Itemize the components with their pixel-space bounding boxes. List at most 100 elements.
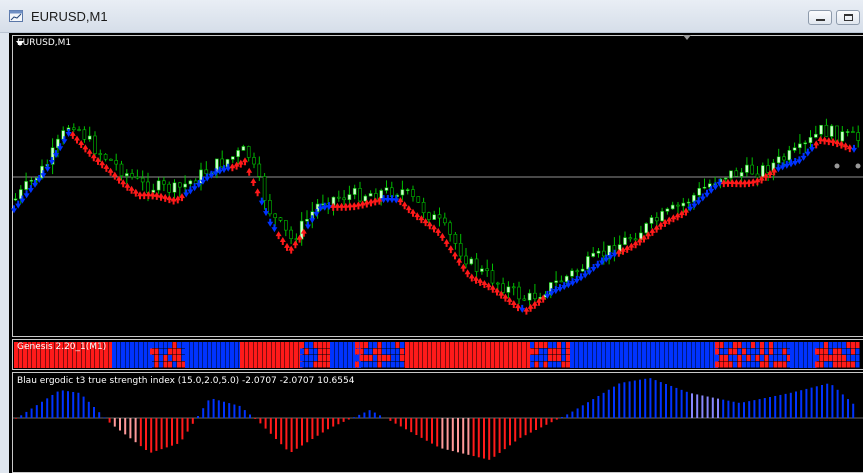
genesis-cell [715,342,719,348]
genesis-cell [842,348,846,355]
genesis-bar [637,342,642,368]
genesis-cell [168,342,172,348]
candlestick [114,160,118,165]
candlestick [591,252,596,257]
genesis-bar [267,342,271,368]
genesis-cell [764,348,769,355]
genesis-cell [566,342,570,348]
sell-arrow [842,142,849,151]
genesis-cell [318,348,322,355]
candlestick [813,133,818,138]
sell-arrow [111,171,118,180]
sell-arrow [254,188,261,197]
genesis-cell [751,342,755,348]
genesis-cell [154,355,159,361]
candlestick [289,229,293,239]
sell-arrow [447,245,454,254]
genesis-cell [304,355,309,361]
genesis-bar [664,342,669,368]
genesis-cell [855,348,860,355]
genesis-cell [359,342,364,348]
genesis-cell [746,348,751,355]
genesis-bar [108,342,113,368]
genesis-cell [373,348,377,355]
genesis-cell [309,355,313,361]
genesis-cell [322,342,327,348]
genesis-cell [719,355,724,361]
genesis-cell [728,361,733,368]
buy-arrow [519,304,526,313]
candlestick [511,286,516,289]
genesis-cell [561,355,566,361]
genesis-cell [737,361,742,368]
genesis-cell [819,361,824,368]
genesis-cell [391,355,395,361]
candlestick [379,190,384,200]
genesis-cell [778,342,782,348]
genesis-cell [386,355,391,361]
genesis-cell [313,355,318,361]
sell-arrow [443,238,450,247]
genesis-cell [815,355,819,361]
chart-shift-marker[interactable] [683,35,691,40]
genesis-bar [285,342,289,368]
candlestick [729,170,733,179]
genesis-bar [130,342,134,368]
genesis-bar [134,342,139,368]
candlestick [188,180,193,185]
candlestick [87,135,92,140]
candlestick [119,163,124,177]
genesis-cell [368,361,373,368]
buy-arrow [792,157,799,166]
genesis-cell [530,361,534,368]
genesis-cell [782,342,787,348]
genesis-cell [534,361,539,368]
genesis-cell [819,348,824,355]
candlestick [734,170,739,177]
genesis-bar [669,342,673,368]
genesis-bar [691,342,696,368]
candlestick [601,250,606,257]
candlestick [93,135,97,154]
genesis-bar [601,342,606,368]
genesis-cell [728,355,733,361]
genesis-cell [534,348,539,355]
candlestick [135,176,140,179]
genesis-bar [194,342,198,368]
genesis-bar [508,342,513,368]
genesis-cell [851,361,855,368]
genesis-cell [539,355,543,361]
genesis-cell [828,348,833,355]
genesis-cell [368,348,373,355]
genesis-cell [539,348,543,355]
genesis-cell [855,361,860,368]
genesis-cell [715,355,719,361]
candlestick [527,292,532,301]
genesis-cell [824,361,828,368]
candlestick [400,189,405,196]
candlestick [252,157,256,165]
genesis-bar [244,342,249,368]
genesis-bar [513,342,517,368]
genesis-cell [539,361,543,368]
candlestick [405,189,410,191]
candlestick [172,182,177,193]
genesis-cell [751,348,755,355]
genesis-cell [819,342,824,348]
buy-arrow [23,190,30,199]
candlestick [501,283,505,293]
genesis-cell [172,342,177,348]
genesis-bar [450,342,454,368]
genesis-bar [139,342,143,368]
buy-arrow [704,189,710,198]
candlestick [654,217,659,222]
buy-arrow [271,224,278,233]
genesis-bar [289,342,294,368]
genesis-cell [842,355,846,361]
genesis-cell [715,361,719,368]
genesis-bar [143,342,148,368]
genesis-cell [382,355,386,361]
genesis-bar [700,342,705,368]
genesis-cell [815,361,819,368]
genesis-cell [181,342,186,348]
